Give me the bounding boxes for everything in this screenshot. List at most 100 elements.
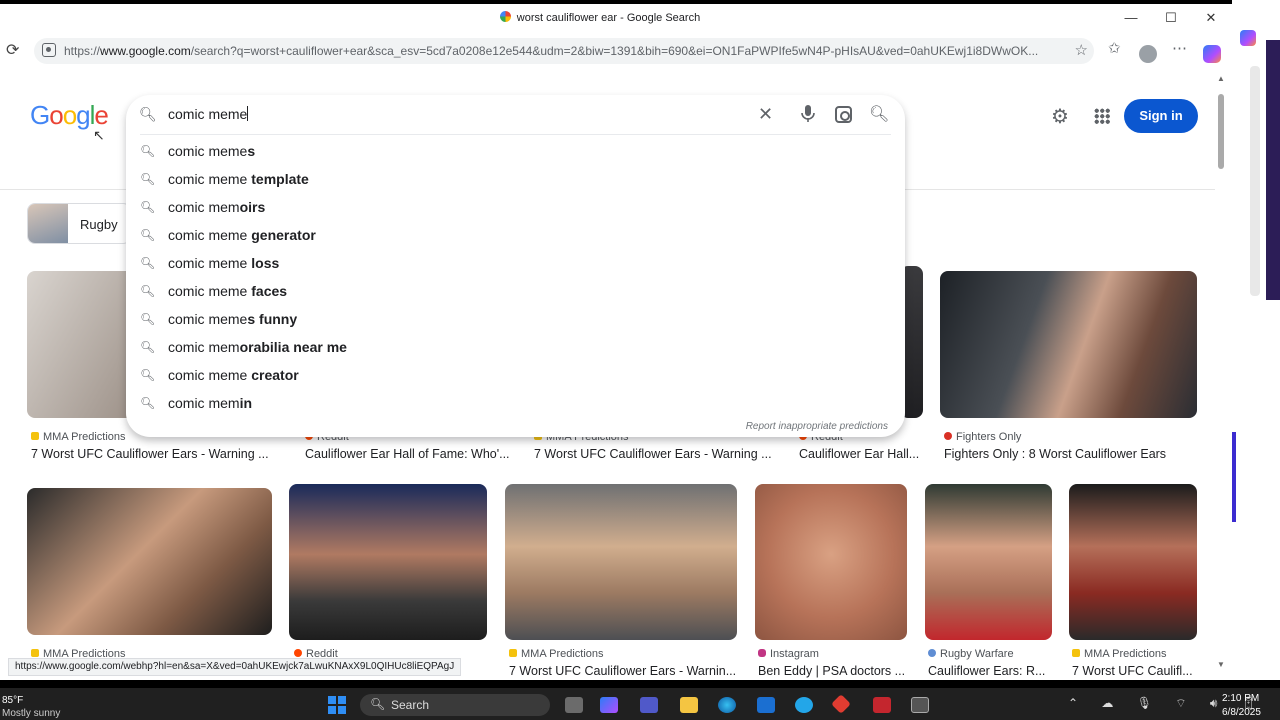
google-apps-icon[interactable]	[1094, 108, 1110, 124]
image-result-7[interactable]	[289, 484, 487, 640]
search-icon: 🔍︎	[140, 340, 156, 354]
search-icon: 🔍︎	[140, 172, 156, 186]
settings-gear-icon[interactable]: ⚙	[1051, 104, 1069, 129]
more-menu-icon[interactable]: ⋯	[1172, 39, 1187, 57]
page-scrollbar[interactable]: ▲ ▼	[1215, 74, 1228, 674]
title-bar: worst cauliflower ear - Google Search — …	[0, 4, 1232, 32]
result-title[interactable]: 7 Worst UFC Cauliflower Ears - Warning .…	[534, 447, 784, 461]
mouse-cursor-icon: ↖	[93, 127, 105, 143]
close-window-button[interactable]: ✕	[1196, 8, 1226, 28]
result-title[interactable]: Cauliflower Ear Hall of Fame: Who'...	[305, 447, 515, 461]
search-input[interactable]: comic meme	[168, 106, 248, 122]
site-info-icon[interactable]	[42, 43, 56, 57]
background-scrollbar	[1250, 66, 1260, 296]
result-title[interactable]: Cauliflower Ear Hall...	[799, 447, 924, 461]
image-result-9[interactable]	[755, 484, 907, 640]
windows-start-icon[interactable]	[328, 696, 346, 714]
suggestion-item[interactable]: 🔍︎ comic meme creator	[126, 362, 905, 390]
copilot-taskbar-icon[interactable]	[600, 697, 618, 713]
report-predictions-link[interactable]: Report inappropriate predictions	[746, 421, 888, 432]
search-icon: 🔍︎	[370, 697, 386, 711]
source-favicon-icon	[31, 649, 39, 657]
maximize-button[interactable]: ☐	[1156, 8, 1186, 28]
source-favicon-icon	[31, 432, 39, 440]
status-url-bar: https://www.google.com/webhp?hl=en&sa=X&…	[8, 658, 462, 676]
image-result-10[interactable]	[925, 484, 1052, 640]
search-submit-icon[interactable]: 🔍︎	[869, 104, 889, 124]
suggestion-item[interactable]: 🔍︎ comic meme generator	[126, 222, 905, 250]
suggestion-item[interactable]: 🔍︎ comic memes funny	[126, 306, 905, 334]
suggestion-item[interactable]: 🔍︎ comic memorabilia near me	[126, 334, 905, 362]
suggestion-item[interactable]: 🔍︎ comic memin	[126, 390, 905, 418]
background-window-strip	[1266, 0, 1280, 680]
instagram-favicon-icon	[758, 649, 766, 657]
background-window	[1232, 0, 1280, 680]
google-lens-icon[interactable]	[835, 106, 852, 123]
google-favicon-icon	[499, 11, 511, 22]
help-icon[interactable]	[795, 697, 813, 713]
scrollbar-thumb[interactable]	[1218, 94, 1224, 169]
copilot-icon	[1240, 30, 1256, 46]
scroll-up-arrow-icon[interactable]: ▲	[1217, 74, 1225, 83]
result-title[interactable]: Fighters Only : 8 Worst Cauliflower Ears	[944, 447, 1194, 461]
weather-temperature[interactable]: 85°F	[2, 695, 23, 706]
source-favicon-icon	[509, 649, 517, 657]
result-title[interactable]: 7 Worst UFC Cauliflower Ears - Warnin...	[509, 664, 737, 678]
suggestion-item[interactable]: 🔍︎ comic meme faces	[126, 278, 905, 306]
clock-date[interactable]: 6/8/2025	[1222, 707, 1261, 718]
suggestion-item[interactable]: 🔍︎ comic meme template	[126, 166, 905, 194]
image-result-5[interactable]	[940, 271, 1197, 418]
store-icon[interactable]	[757, 697, 775, 713]
result-title[interactable]: Ben Eddy | PSA doctors ...	[758, 664, 908, 678]
teams-icon[interactable]	[640, 697, 658, 713]
result-source[interactable]: Rugby Warfare	[928, 648, 1014, 660]
edge-icon[interactable]	[718, 697, 736, 713]
clock-time[interactable]: 2:10 PM	[1222, 693, 1259, 704]
result-source[interactable]: Fighters Only	[944, 431, 1021, 443]
app-diamond-icon[interactable]	[831, 694, 851, 714]
taskbar-search[interactable]: 🔍︎ Search	[360, 694, 550, 716]
logo-letter: o	[49, 100, 64, 130]
app-active-icon[interactable]	[911, 697, 929, 713]
bookmark-star-icon[interactable]: ☆	[1075, 41, 1088, 59]
result-title[interactable]: 7 Worst UFC Cauliflower Ears - Warning .…	[31, 447, 291, 461]
result-source[interactable]: MMA Predictions	[509, 648, 604, 660]
image-result-6[interactable]	[27, 488, 272, 635]
clear-search-icon[interactable]: ✕	[758, 104, 773, 125]
file-explorer-icon[interactable]	[680, 697, 698, 713]
weather-description[interactable]: Mostly sunny	[2, 708, 60, 719]
search-icon: 🔍︎	[140, 256, 156, 270]
search-icon: 🔍︎	[140, 396, 156, 410]
url-text[interactable]: https://www.google.com/search?q=worst+ca…	[64, 44, 1069, 58]
source-favicon-icon	[944, 432, 952, 440]
favorites-icon[interactable]: ✩	[1108, 39, 1121, 57]
result-title[interactable]: Cauliflower Ears: R...	[928, 664, 1058, 678]
result-title[interactable]: 7 Worst UFC Caulifl...	[1072, 664, 1197, 678]
copilot-icon[interactable]	[1203, 45, 1221, 63]
sign-in-button[interactable]: Sign in	[1124, 99, 1198, 133]
reload-icon[interactable]: ⟳	[6, 40, 19, 60]
search-divider	[140, 134, 891, 135]
minimize-button[interactable]: —	[1116, 8, 1146, 28]
profile-avatar[interactable]	[1139, 45, 1157, 63]
suggestion-item[interactable]: 🔍︎ comic meme loss	[126, 250, 905, 278]
logo-letter: g	[76, 100, 91, 130]
screen: worst cauliflower ear - Google Search — …	[0, 0, 1280, 720]
voice-search-icon[interactable]	[801, 105, 815, 123]
scroll-down-arrow-icon[interactable]: ▼	[1217, 660, 1225, 669]
filter-chip-rugby[interactable]: Rugby	[27, 203, 131, 244]
result-source[interactable]: MMA Predictions	[1072, 648, 1167, 660]
image-result-8[interactable]	[505, 484, 737, 640]
app-red-icon[interactable]	[873, 697, 891, 713]
taskbar: 85°F Mostly sunny 🔍︎ Search ⌃ ☁ 🎙︎ ⌔ 🔊︎ …	[0, 688, 1280, 720]
suggestion-item[interactable]: 🔍︎ comic memes	[126, 138, 905, 166]
task-view-icon[interactable]	[565, 697, 583, 713]
search-box[interactable]: 🔍︎ comic meme ✕ 🔍︎ 🔍︎ comic memes 🔍︎ comic…	[126, 95, 905, 437]
logo-letter: G	[30, 100, 50, 130]
background-accent	[1232, 432, 1236, 522]
result-source[interactable]: MMA Predictions	[31, 431, 126, 443]
address-bar[interactable]: https://www.google.com/search?q=worst+ca…	[34, 38, 1094, 64]
result-source[interactable]: Instagram	[758, 648, 819, 660]
image-result-11[interactable]	[1069, 484, 1197, 640]
suggestion-item[interactable]: 🔍︎ comic memoirs	[126, 194, 905, 222]
